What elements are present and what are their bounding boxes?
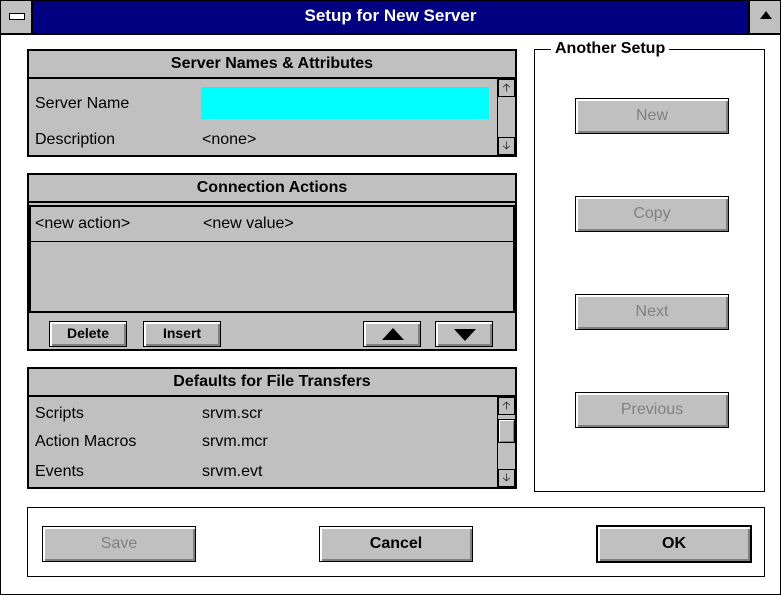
dialog-window: Setup for New Server Server Names & Attr… [0,0,781,595]
scroll-up-arrow-icon[interactable]: 🡡 [498,79,515,97]
server-names-heading: Server Names & Attributes [29,51,515,79]
system-menu-button[interactable] [1,1,33,33]
move-down-button[interactable] [435,321,493,347]
system-menu-icon [9,13,25,20]
events-label: Events [35,463,84,480]
connection-actions-list[interactable]: <new action> <new value> [29,205,515,313]
maximize-button[interactable] [748,1,780,33]
connection-actions-heading: Connection Actions [29,175,515,203]
server-names-group: Server Names & Attributes Server Name De… [27,49,517,157]
title-bar[interactable]: Setup for New Server [1,1,780,35]
scripts-value[interactable]: srvm.scr [202,405,262,423]
list-item[interactable]: <new action> <new value> [31,207,513,242]
server-names-scrollbar[interactable]: 🡡 🡣 [497,79,515,155]
scripts-label: Scripts [35,405,84,422]
description-field[interactable]: <none> [202,131,256,149]
connection-actions-group: Connection Actions <new action> <new val… [27,173,517,351]
description-label: Description [35,131,116,148]
ok-button[interactable]: OK [596,525,752,563]
scroll-down-arrow-icon[interactable]: 🡣 [498,469,515,487]
triangle-down-icon [454,329,476,341]
file-transfers-heading: Defaults for File Transfers [29,369,515,397]
scroll-thumb[interactable] [498,419,515,443]
window-title: Setup for New Server [304,6,477,25]
another-setup-legend: Another Setup [551,40,670,58]
file-transfers-scrollbar[interactable]: 🡡 🡣 [497,397,515,487]
cancel-button[interactable]: Cancel [319,526,473,562]
new-button[interactable]: New [575,98,729,134]
previous-button[interactable]: Previous [575,392,729,428]
server-name-label: Server Name [35,95,130,112]
footer-group: Save Cancel OK [27,507,765,577]
file-transfers-group: Defaults for File Transfers Scripts srvm… [27,367,517,489]
save-button[interactable]: Save [42,526,196,562]
action-macros-value[interactable]: srvm.mcr [202,433,268,451]
maximize-icon [760,11,772,19]
value-cell: <new value> [203,215,294,232]
action-macros-label: Action Macros [35,433,137,450]
move-up-button[interactable] [363,321,421,347]
insert-button[interactable]: Insert [143,321,221,347]
action-cell: <new action> [35,215,131,232]
scroll-up-arrow-icon[interactable]: 🡡 [498,397,515,415]
another-setup-group: Another Setup New Copy Next Previous [534,40,765,492]
events-value[interactable]: srvm.evt [202,463,262,481]
delete-button[interactable]: Delete [49,321,127,347]
copy-button[interactable]: Copy [575,196,729,232]
scroll-down-arrow-icon[interactable]: 🡣 [498,137,515,155]
triangle-up-icon [382,328,404,340]
next-button[interactable]: Next [575,294,729,330]
server-name-input[interactable] [201,87,489,119]
